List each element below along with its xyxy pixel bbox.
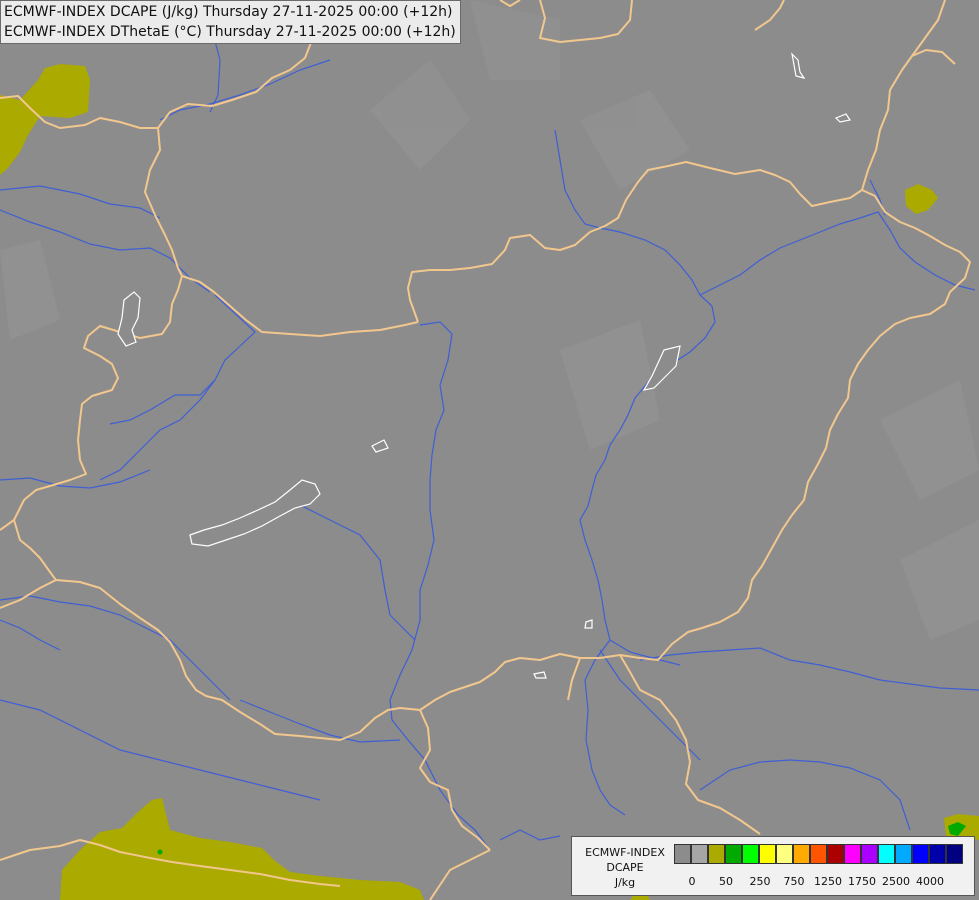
title-dthetae: ECMWF-INDEX DThetaE (°C) Thursday 27-11-… <box>4 24 456 40</box>
legend-label-model: ECMWF-INDEX <box>585 846 665 859</box>
legend-tick-label: 1250 <box>814 875 842 888</box>
color-legend: ECMWF-INDEX DCAPE J/kg 0 50 250 750 1250 1750… <box>571 836 975 896</box>
legend-tick-label: 1750 <box>848 875 876 888</box>
legend-swatch <box>895 844 912 864</box>
legend-swatch <box>929 844 946 864</box>
legend-label-unit: J/kg <box>614 876 636 889</box>
legend-swatch <box>912 844 929 864</box>
legend-swatch <box>878 844 895 864</box>
legend-swatch <box>844 844 861 864</box>
weather-map[interactable] <box>0 0 979 900</box>
legend-swatch <box>793 844 810 864</box>
legend-swatch <box>725 844 742 864</box>
legend-swatch <box>861 844 878 864</box>
legend-tick-label: 250 <box>749 875 771 888</box>
legend-swatch <box>776 844 793 864</box>
legend-tick-label: 2500 <box>882 875 910 888</box>
legend-swatch <box>742 844 759 864</box>
legend-swatch <box>946 844 963 864</box>
legend-tick-label: 750 <box>783 875 805 888</box>
legend-swatch <box>810 844 827 864</box>
legend-swatch <box>674 844 691 864</box>
map-title-box: ECMWF-INDEX DCAPE (J/kg) Thursday 27-11-… <box>0 0 461 44</box>
legend-tick-label: 0 <box>688 875 696 888</box>
legend-swatch <box>708 844 725 864</box>
legend-swatch <box>691 844 708 864</box>
legend-label-variable: DCAPE <box>606 861 644 874</box>
legend-ticks: 0 50 250 750 1250 1750 2500 4000 <box>674 875 974 889</box>
legend-label: ECMWF-INDEX DCAPE J/kg <box>578 845 672 890</box>
legend-swatch <box>827 844 844 864</box>
legend-swatch <box>759 844 776 864</box>
legend-tick-label: 4000 <box>916 875 944 888</box>
legend-tick-label: 50 <box>719 875 733 888</box>
title-dcape: ECMWF-INDEX DCAPE (J/kg) Thursday 27-11-… <box>4 4 453 20</box>
legend-swatches <box>674 844 963 866</box>
